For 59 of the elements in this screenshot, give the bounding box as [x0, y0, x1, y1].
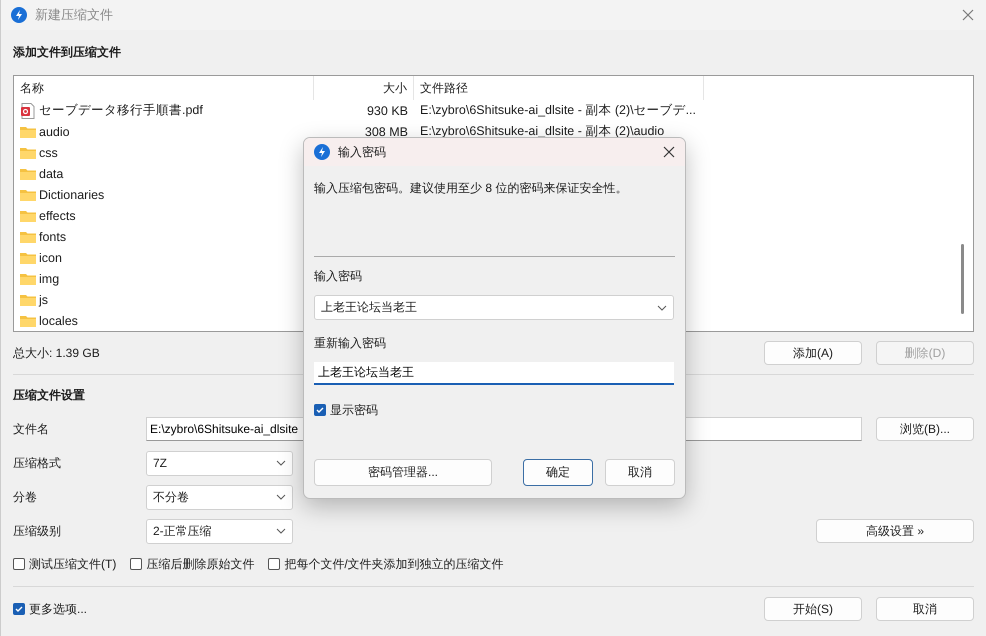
column-header[interactable]: 大小: [314, 76, 414, 100]
file-name: js: [39, 292, 48, 306]
field-label: 文件名: [13, 420, 50, 438]
password-manager-button[interactable]: 密码管理器...: [314, 459, 492, 486]
field-label: 重新输入密码: [314, 335, 387, 352]
scrollbar-thumb[interactable]: [961, 244, 964, 314]
field-label: 压缩级别: [13, 522, 62, 540]
dialog-description: 输入压缩包密码。建议使用至少 8 位的密码来保证安全性。: [314, 180, 628, 197]
cancel-button[interactable]: 取消: [876, 597, 974, 621]
file-name: fonts: [39, 230, 66, 244]
caret-icon: [657, 304, 667, 310]
checkbox[interactable]: 压缩后删除原始文件: [130, 556, 254, 572]
confirm-password-field[interactable]: 上老王论坛当老王: [314, 362, 674, 385]
file-size: 308 MB: [364, 124, 408, 138]
cancel-button[interactable]: 取消: [605, 459, 675, 486]
section-heading: 压缩文件设置: [13, 387, 85, 404]
file-name: Dictionaries: [39, 188, 104, 202]
caret-icon: [276, 528, 286, 534]
file-name: audio: [39, 124, 70, 138]
file-name: locales: [39, 314, 78, 328]
browse-button[interactable]: 浏览(B)...: [876, 417, 974, 441]
file-path: E:\zybro\6Shitsuke-ai_dlsite - 副本 (2)\audio: [420, 124, 664, 138]
checkbox[interactable]: 更多选项...: [13, 600, 88, 618]
field-label: 输入密码: [314, 268, 363, 285]
caret-icon: [276, 460, 286, 466]
add-button[interactable]: 添加(A): [764, 341, 862, 365]
pdf-file-icon: [20, 102, 36, 118]
checkbox[interactable]: 把每个文件/文件夹添加到独立的压缩文件: [268, 556, 504, 572]
app-logo-icon: [314, 144, 330, 160]
total-size: 总大小: 1.39 GB: [13, 344, 100, 362]
file-name: css: [39, 146, 58, 160]
section-heading: 添加文件到压缩文件: [13, 44, 121, 61]
column-header[interactable]: 文件路径: [414, 76, 704, 100]
caret-icon: [276, 494, 286, 500]
start-button[interactable]: 开始(S): [764, 597, 862, 621]
dropdown[interactable]: 不分卷: [146, 484, 293, 510]
dropdown[interactable]: 7Z: [146, 450, 293, 476]
dialog-title: 输入密码: [338, 144, 386, 160]
field-label: 分卷: [13, 488, 38, 506]
checkmark-icon: [315, 405, 325, 415]
app-logo-icon: [11, 7, 27, 23]
file-name: data: [39, 166, 64, 180]
file-name: img: [39, 272, 60, 286]
file-name: icon: [39, 250, 62, 264]
file-path: E:\zybro\6Shitsuke-ai_dlsite - 副本 (2)\セーブデ...: [420, 103, 696, 117]
advanced-settings-button[interactable]: 高级设置 »: [816, 519, 974, 543]
checkbox[interactable]: 测试压缩文件(T): [13, 556, 116, 572]
checkbox[interactable]: 显示密码: [314, 402, 675, 418]
password-combo-field[interactable]: 上老王论坛当老王: [314, 295, 674, 320]
dropdown[interactable]: 2-正常压缩: [146, 518, 293, 544]
file-name: effects: [39, 208, 76, 222]
checkmark-icon: [14, 604, 24, 614]
file-size: 930 KB: [366, 104, 408, 118]
column-header[interactable]: 名称: [14, 76, 314, 100]
close-icon[interactable]: [663, 146, 675, 158]
window-title: 新建压缩文件: [35, 6, 113, 24]
file-name: セーブデータ移行手順書.pdf: [39, 102, 203, 119]
field-label: 压缩格式: [13, 454, 62, 472]
ok-button[interactable]: 确定: [523, 459, 593, 486]
